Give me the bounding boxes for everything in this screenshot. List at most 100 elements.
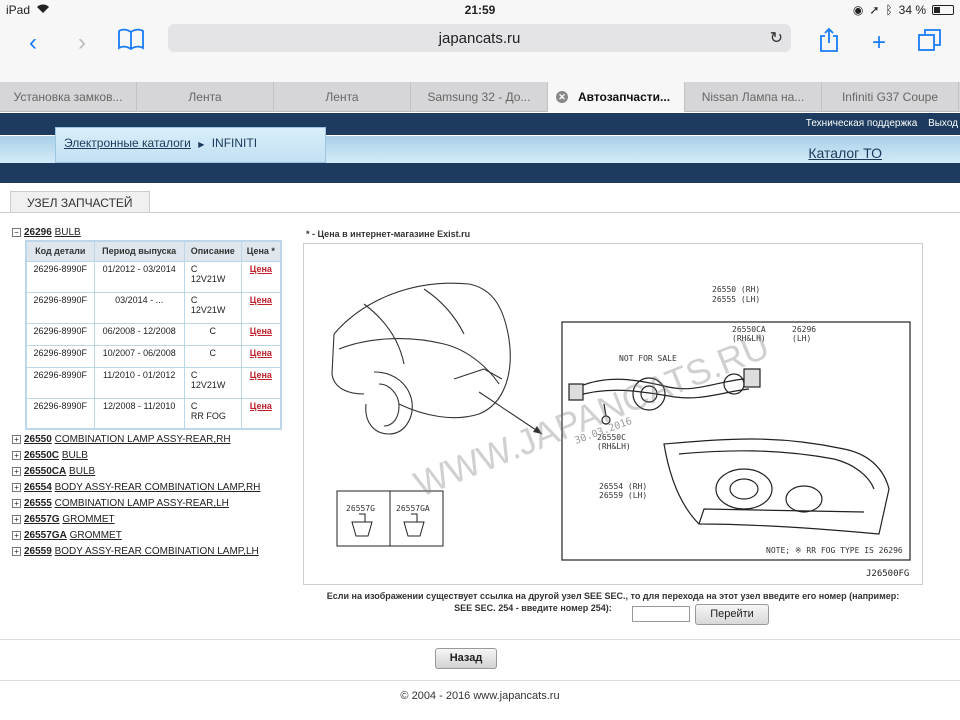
- logout-link[interactable]: Выход: [928, 118, 958, 129]
- tab-label: Автозапчасти...: [577, 90, 671, 104]
- description: C RR FOG: [183, 397, 242, 430]
- tree-node[interactable]: +26559 BODY ASSY-REAR COMBINATION LAMP,L…: [12, 546, 259, 557]
- tab-item[interactable]: Установка замков...: [0, 82, 137, 112]
- section-title-tab[interactable]: УЗЕЛ ЗАПЧАСТЕЙ: [10, 191, 150, 213]
- label-26557g[interactable]: 26557G: [346, 504, 375, 513]
- parts-table: Код детали Период выпуска Описание Цена …: [25, 240, 282, 430]
- back-button[interactable]: Назад: [435, 648, 497, 669]
- share-icon[interactable]: [814, 27, 844, 58]
- part-number: 26296-8990F: [25, 397, 95, 430]
- price-link[interactable]: Цена: [250, 401, 272, 411]
- column-header: Код детали: [25, 240, 95, 262]
- address-bar[interactable]: japancats.ru ↻: [168, 24, 791, 52]
- description: C: [183, 344, 242, 368]
- collapse-icon[interactable]: −: [12, 227, 21, 237]
- expand-icon[interactable]: +: [12, 466, 21, 476]
- part-number: 26296-8990F: [25, 291, 95, 324]
- breadcrumb-current[interactable]: INFINITI: [212, 136, 257, 150]
- label-26559[interactable]: 26559 (LH): [599, 491, 647, 500]
- price-link[interactable]: Цена: [250, 370, 272, 380]
- tail-lamp-drawing: [663, 438, 890, 535]
- tree-node[interactable]: +26554 BODY ASSY-REAR COMBINATION LAMP,R…: [12, 482, 260, 493]
- tab-item[interactable]: Infiniti G37 Coupe: [822, 82, 959, 112]
- expand-icon[interactable]: +: [12, 530, 21, 540]
- tab-item[interactable]: Лента: [274, 82, 411, 112]
- price-link[interactable]: Цена: [250, 326, 272, 336]
- car-outline: [331, 282, 511, 435]
- description: C 12V21W: [183, 260, 242, 293]
- table-row: 26296-8990F 12/2008 - 11/2010 C RR FOG Це…: [25, 397, 282, 430]
- tab-bar: Установка замков... Лента Лента Samsung …: [0, 82, 960, 112]
- support-link[interactable]: Техническая поддержка: [806, 118, 918, 129]
- url-text: japancats.ru: [438, 30, 521, 47]
- period: 11/2010 - 01/2012: [93, 366, 185, 399]
- label-lh: (LH): [792, 334, 811, 343]
- label-26555[interactable]: 26555 (LH): [712, 295, 760, 304]
- chevron-right-icon: ▶: [198, 140, 205, 149]
- description: C: [183, 322, 242, 346]
- label-rhlh-2: (RH&LH): [597, 442, 631, 451]
- part-number: 26296-8990F: [25, 260, 95, 293]
- clock: 21:59: [464, 3, 496, 17]
- breadcrumb-root[interactable]: Электронные каталоги: [64, 136, 191, 150]
- site-header-strip: [0, 163, 960, 183]
- parts-diagram[interactable]: 26550 (RH) 26555 (LH) 26550CA (RH&LH) 26…: [303, 243, 923, 585]
- column-header: Цена *: [240, 240, 282, 262]
- period: 12/2008 - 11/2010: [93, 397, 185, 430]
- orientation-lock-icon: ◉: [852, 3, 864, 17]
- breadcrumb: Электронные каталоги ▶ INFINITI: [55, 127, 326, 163]
- new-tab-icon[interactable]: +: [864, 28, 894, 58]
- price-link[interactable]: Цена: [250, 295, 272, 305]
- period: 03/2014 - ...: [93, 291, 185, 324]
- table-row: 26296-8990F 11/2010 - 01/2012 C 12V21W Це…: [25, 366, 282, 399]
- expand-icon[interactable]: +: [12, 514, 21, 524]
- tree-node[interactable]: +26550 COMBINATION LAMP ASSY-REAR,RH: [12, 434, 231, 445]
- tree-node[interactable]: +26550CA BULB: [12, 466, 95, 477]
- tab-item[interactable]: Nissan Лампа на...: [685, 82, 822, 112]
- grommet-drawing: [403, 513, 425, 537]
- price-link[interactable]: Цена: [250, 348, 272, 358]
- tree-node-expanded[interactable]: −26296 BULB: [12, 227, 81, 238]
- column-header: Период выпуска: [93, 240, 185, 262]
- catalog-to-link[interactable]: Каталог ТО: [808, 145, 882, 161]
- bookmarks-icon[interactable]: [116, 28, 146, 58]
- description: C 12V21W: [183, 291, 242, 324]
- forward-arrow-icon[interactable]: ›: [67, 28, 97, 58]
- tab-item[interactable]: Лента: [137, 82, 274, 112]
- goto-button[interactable]: Перейти: [695, 604, 769, 625]
- figure-code: J26500FG: [866, 569, 909, 579]
- table-row: 26296-8990F 03/2014 - ... C 12V21W Цена: [25, 291, 282, 324]
- close-tab-icon[interactable]: ✕: [556, 91, 568, 103]
- label-26554[interactable]: 26554 (RH): [599, 482, 647, 491]
- see-sec-hint: Если на изображении существует ссылка на…: [326, 591, 900, 613]
- part-number: 26296-8990F: [25, 344, 95, 368]
- status-bar: iPad 21:59 ◉ ➚ ᛒ 34 %: [0, 0, 960, 20]
- battery-icon: [932, 5, 954, 15]
- part-number: 26296-8990F: [25, 322, 95, 346]
- period: 10/2007 - 06/2008: [93, 344, 185, 368]
- tab-item[interactable]: Samsung 32 - До...: [411, 82, 548, 112]
- tree-node[interactable]: +26557GA GROMMET: [12, 530, 122, 541]
- label-26557ga[interactable]: 26557GA: [396, 504, 430, 513]
- tree-node[interactable]: +26557G GROMMET: [12, 514, 115, 525]
- expand-icon[interactable]: +: [12, 434, 21, 444]
- expand-icon[interactable]: +: [12, 498, 21, 508]
- tree-node[interactable]: +26550C BULB: [12, 450, 88, 461]
- tree-node[interactable]: +26555 COMBINATION LAMP ASSY-REAR,LH: [12, 498, 229, 509]
- tabs-overview-icon[interactable]: [915, 28, 945, 58]
- location-icon: ➚: [869, 3, 880, 17]
- grommet-drawing: [351, 513, 373, 537]
- period: 06/2008 - 12/2008: [93, 322, 185, 346]
- expand-icon[interactable]: +: [12, 546, 21, 556]
- back-arrow-icon[interactable]: ‹: [18, 28, 48, 58]
- section-number-input[interactable]: [632, 606, 690, 622]
- reload-icon[interactable]: ↻: [770, 28, 783, 48]
- expand-icon[interactable]: +: [12, 482, 21, 492]
- table-row: 26296-8990F 10/2007 - 06/2008 C Цена: [25, 344, 282, 368]
- battery-percent: 34 %: [898, 3, 926, 17]
- label-26550[interactable]: 26550 (RH): [712, 285, 760, 294]
- tab-item-active[interactable]: ✕ Автозапчасти...: [548, 82, 685, 112]
- expand-icon[interactable]: +: [12, 450, 21, 460]
- label-26296[interactable]: 26296: [792, 325, 816, 334]
- price-link[interactable]: Цена: [250, 264, 272, 274]
